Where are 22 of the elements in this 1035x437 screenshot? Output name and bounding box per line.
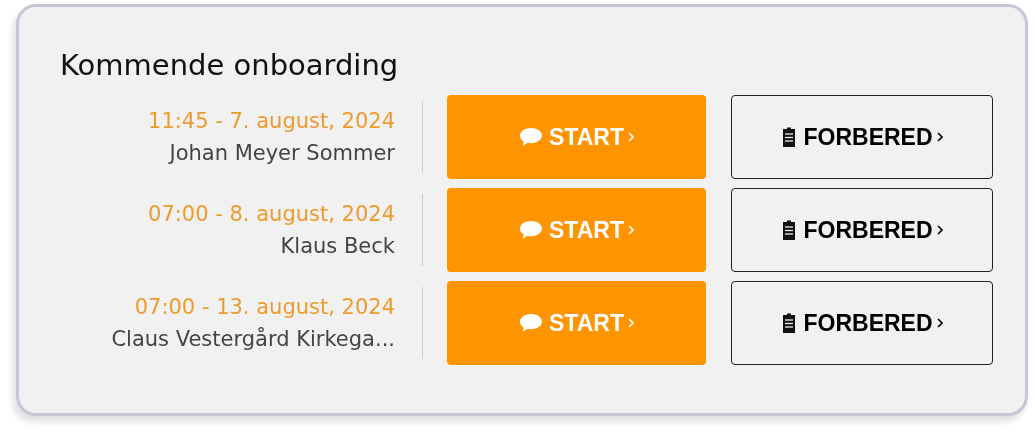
- chevron-icon: [627, 225, 634, 235]
- session-datetime: 11:45 - 7. august, 2024: [148, 109, 395, 133]
- person-name: Claus Vestergård Kirkega...: [111, 327, 395, 351]
- chevron-icon: [936, 318, 943, 328]
- session-datetime: 07:00 - 13. august, 2024: [134, 295, 395, 319]
- speech-bubble-icon: [519, 313, 543, 333]
- chevron-icon: [627, 132, 634, 142]
- chevron-icon: [936, 225, 943, 235]
- person-name: Klaus Beck: [280, 234, 395, 258]
- prepare-button[interactable]: FORBERED: [731, 281, 993, 365]
- speech-bubble-icon: [519, 220, 543, 240]
- session-datetime: 07:00 - 8. august, 2024: [148, 202, 395, 226]
- speech-bubble-icon: [519, 127, 543, 147]
- person-name: Johan Meyer Sommer: [169, 141, 395, 165]
- prepare-button[interactable]: FORBERED: [731, 95, 993, 179]
- chevron-icon: [936, 132, 943, 142]
- clipboard-icon: [781, 219, 798, 241]
- clipboard-icon: [781, 312, 798, 334]
- card-title: Kommende onboarding: [60, 47, 400, 83]
- chevron-icon: [627, 318, 634, 328]
- clipboard-icon: [781, 126, 798, 148]
- prepare-button[interactable]: FORBERED: [731, 188, 993, 272]
